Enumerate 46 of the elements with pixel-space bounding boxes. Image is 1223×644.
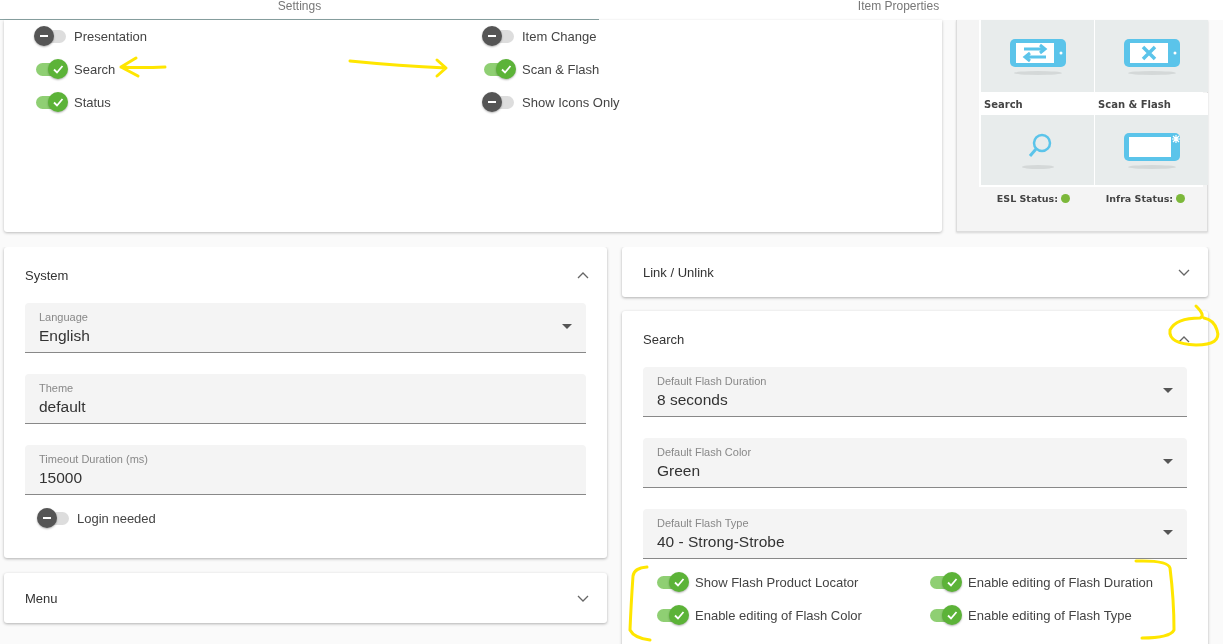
select-field[interactable]: Default Flash Duration 8 seconds [643, 367, 1187, 417]
dropdown-arrow-icon [1163, 459, 1173, 465]
dropdown-arrow-icon [562, 324, 572, 330]
toggle-label: Status [74, 94, 111, 110]
tile-label: Scan & Flash [1097, 98, 1172, 112]
toggle-switch[interactable] [928, 604, 964, 626]
dropdown-arrow-icon [1163, 388, 1173, 394]
toggle-switch[interactable] [655, 604, 691, 626]
tab[interactable]: Item Properties [599, 0, 1198, 20]
toggle-switch[interactable] [34, 58, 70, 80]
mode-tile[interactable] [981, 20, 1094, 92]
toggle-switch[interactable] [655, 571, 691, 593]
dropdown-arrow-icon [1163, 530, 1173, 536]
panel-title: Link / Unlink [643, 264, 714, 280]
status-label: Infra Status: [1105, 192, 1174, 204]
toggle-label: Enable editing of Flash Type [968, 607, 1132, 623]
text-field[interactable]: Timeout Duration (ms) 15000 [25, 445, 586, 495]
panel-title: System [25, 267, 69, 283]
select-field[interactable]: Default Flash Type 40 - Strong-Strobe [643, 509, 1187, 559]
toggle-label: Scan & Flash [522, 61, 600, 77]
mode-tile[interactable] [1095, 115, 1208, 185]
panel-title: Search [643, 331, 685, 347]
toggle-label: Presentation [74, 28, 147, 44]
annotation-arrow [119, 56, 167, 78]
toggle-label: Item Change [522, 28, 597, 44]
mode-tile[interactable] [981, 115, 1094, 185]
panel-title: Menu [25, 590, 58, 606]
tile-label: Search [983, 98, 1024, 112]
status-label: ESL Status: [996, 192, 1059, 204]
toggle-label: Enable editing of Flash Duration [968, 574, 1153, 590]
toggle-switch[interactable] [34, 91, 70, 113]
toggle-label: Show Flash Product Locator [695, 574, 859, 590]
text-field[interactable]: Theme default [25, 374, 586, 424]
mode-tile[interactable] [1095, 20, 1208, 92]
toggle-switch[interactable] [482, 58, 518, 80]
toggle-label: Enable editing of Flash Color [695, 607, 862, 623]
select-field[interactable]: Language English [25, 303, 586, 353]
toggle-label: Search [74, 61, 116, 77]
panel-header[interactable]: System [4, 247, 607, 303]
toggle-label: Login needed [77, 510, 156, 526]
toggle-label: Show Icons Only [522, 94, 620, 110]
toggle-switch[interactable] [928, 571, 964, 593]
panel-header[interactable]: Search [622, 311, 1208, 367]
panel-header[interactable]: Link / Unlink [622, 247, 1208, 297]
panel-header[interactable]: Menu [4, 573, 607, 623]
select-field[interactable]: Default Flash Color Green [643, 438, 1187, 488]
